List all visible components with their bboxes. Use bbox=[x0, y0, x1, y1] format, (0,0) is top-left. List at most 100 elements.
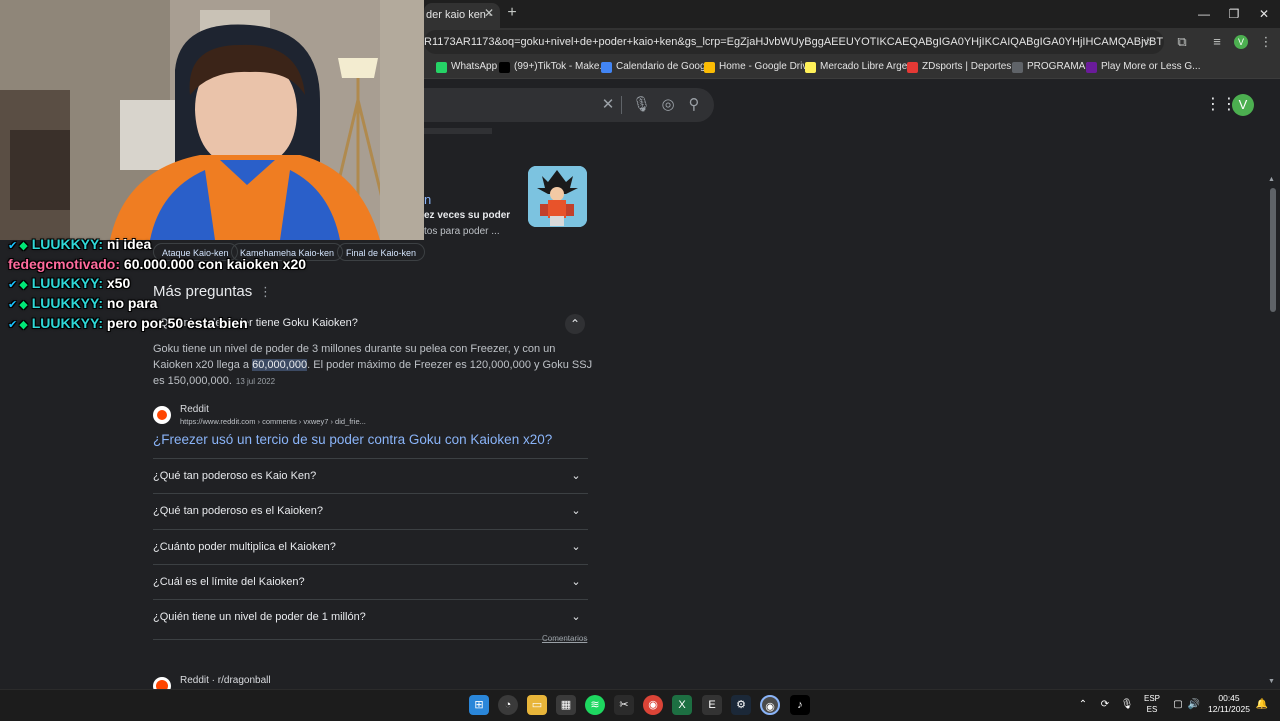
chat-separator: : bbox=[98, 275, 107, 292]
bookmark-item[interactable]: Play More or Less G... bbox=[1086, 59, 1200, 75]
chevron-down-icon[interactable]: ⌄ bbox=[567, 502, 585, 520]
snippet-text: tos para poder ... bbox=[424, 226, 500, 237]
reddit-icon bbox=[153, 406, 171, 424]
question-text: ¿Qué tan poderoso es el Kaioken? bbox=[153, 505, 324, 518]
microphone-tray-icon[interactable]: 🎙 bbox=[1120, 697, 1134, 713]
bookmark-label: WhatsApp bbox=[451, 61, 498, 72]
next-result-source[interactable]: Reddit · r/dragonball bbox=[180, 675, 271, 686]
sword-badge-icon: ✔ bbox=[8, 318, 18, 331]
window-close-icon[interactable]: ✕ bbox=[1254, 6, 1274, 22]
calendar-icon bbox=[601, 61, 612, 73]
bookmark-label: PROGRAMAS bbox=[1027, 61, 1093, 72]
tab-close-icon[interactable]: ✕ bbox=[482, 6, 496, 20]
steam-icon[interactable]: ⚙ bbox=[731, 695, 751, 715]
file-explorer-icon[interactable]: ▭ bbox=[527, 695, 547, 715]
chat-text: 60.000.000 con kaioken x20 bbox=[123, 255, 307, 272]
chat-username: LUUKKYY bbox=[31, 236, 99, 252]
url-text: R1173AR1173&oq=goku+nivel+de+poder+kaio+… bbox=[424, 36, 1164, 48]
answer-text: Goku tiene un nivel de poder de 3 millon… bbox=[153, 341, 593, 390]
sync-icon[interactable]: ⟳ bbox=[1097, 697, 1113, 713]
start-icon[interactable]: ⊞ bbox=[469, 695, 489, 715]
snippet-title[interactable]: n bbox=[424, 192, 431, 207]
lens-icon[interactable]: ◎ bbox=[659, 96, 677, 114]
microphone-icon[interactable]: 🎙 bbox=[632, 96, 651, 114]
profile-avatar[interactable]: V bbox=[1234, 35, 1248, 49]
sub-badge-icon: ◆ bbox=[19, 299, 28, 312]
google-apps-icon[interactable]: ⋮⋮⋮ bbox=[1205, 96, 1253, 114]
extensions-icon[interactable]: ⧉ bbox=[1173, 33, 1191, 51]
tiktok-icon[interactable]: ♪ bbox=[790, 695, 810, 715]
feedback-link[interactable]: Comentarios bbox=[542, 634, 587, 643]
search-icon[interactable]: ⚲ bbox=[685, 96, 703, 114]
new-tab-icon[interactable]: + bbox=[504, 5, 520, 21]
chat-message: ✔ ◆ LUUKKYY: no para bbox=[8, 295, 428, 311]
language-indicator[interactable]: ESP ES bbox=[1143, 693, 1161, 715]
goku-thumbnail[interactable] bbox=[528, 166, 587, 227]
tiktok-icon bbox=[499, 61, 510, 73]
tray-overflow-icon[interactable]: ⌃ bbox=[1076, 697, 1090, 713]
chevron-down-icon[interactable]: ⌄ bbox=[567, 608, 585, 626]
chat-text: x50 bbox=[106, 275, 131, 292]
chrome-active-icon[interactable]: ◉ bbox=[760, 695, 780, 715]
epic-games-icon[interactable]: E bbox=[702, 695, 722, 715]
clear-search-icon[interactable]: ✕ bbox=[599, 96, 617, 114]
network-icon[interactable]: ▢ bbox=[1170, 697, 1186, 713]
bookmark-label: Calendario de Goog... bbox=[616, 61, 714, 72]
spotify-icon[interactable]: ≋ bbox=[585, 695, 605, 715]
excel-icon[interactable]: X bbox=[672, 695, 692, 715]
bookmark-item[interactable]: Mercado Libre Arge... bbox=[805, 59, 916, 75]
chat-message: ✔ ◆ LUUKKYY: pero por 50 esta bien bbox=[8, 315, 428, 331]
bookmark-star-icon[interactable]: ☆ bbox=[1139, 33, 1157, 51]
widgets-icon[interactable]: ◔ bbox=[498, 695, 518, 715]
account-avatar[interactable]: V bbox=[1232, 94, 1254, 116]
question-text: ¿Cuál es el límite del Kaioken? bbox=[153, 575, 305, 588]
bookmark-item[interactable]: Home - Google Drive bbox=[704, 59, 813, 75]
chevron-down-icon[interactable]: ⌄ bbox=[567, 573, 585, 591]
chevron-down-icon[interactable]: ⌄ bbox=[567, 538, 585, 556]
bookmark-label: ZDsports | Deportes... bbox=[922, 61, 1020, 72]
chat-separator: : bbox=[98, 314, 107, 331]
bookmark-item[interactable]: Calendario de Goog... bbox=[601, 59, 714, 75]
chat-text: pero por 50 esta bien bbox=[106, 314, 248, 331]
scroll-up-icon[interactable]: ▲ bbox=[1268, 176, 1275, 183]
media-controls-icon[interactable]: ≡ bbox=[1208, 33, 1226, 51]
chat-username: LUUKKYY bbox=[31, 314, 99, 331]
bookmark-label: (99+)TikTok - Make... bbox=[514, 61, 608, 72]
source-url[interactable]: https://www.reddit.com › comments › vxwe… bbox=[180, 417, 366, 426]
clock[interactable]: 00:45 12/11/2025 bbox=[1206, 693, 1252, 715]
store-icon[interactable]: ▦ bbox=[556, 695, 576, 715]
answer-date: 13 jul 2022 bbox=[235, 377, 276, 386]
menu-kebab-icon[interactable]: ⋮ bbox=[1257, 33, 1275, 51]
capcut-icon[interactable]: ✂ bbox=[614, 695, 634, 715]
question-row[interactable]: ¿Quién tiene un nivel de poder de 1 mill… bbox=[153, 599, 588, 634]
bookmark-item[interactable]: PROGRAMAS bbox=[1012, 59, 1092, 75]
bookmark-item[interactable]: (99+)TikTok - Make... bbox=[499, 59, 608, 75]
source-title-link[interactable]: ¿Freezer usó un tercio de su poder contr… bbox=[153, 432, 552, 447]
whatsapp-icon bbox=[436, 61, 447, 73]
bookmark-item[interactable]: ZDsports | Deportes... bbox=[907, 59, 1020, 75]
chat-separator: : bbox=[98, 295, 107, 312]
notifications-icon[interactable]: 🔔 bbox=[1254, 697, 1270, 713]
bookmark-item[interactable]: WhatsApp bbox=[436, 59, 497, 75]
source-name[interactable]: Reddit bbox=[180, 404, 209, 415]
question-text: ¿Quién tiene un nivel de poder de 1 mill… bbox=[153, 611, 366, 624]
question-row[interactable]: ¿Qué tan poderoso es Kaio Ken? ⌄ bbox=[153, 458, 588, 493]
chevron-up-icon[interactable]: ⌃ bbox=[565, 314, 585, 334]
address-bar[interactable]: R1173AR1173&oq=goku+nivel+de+poder+kaio+… bbox=[424, 30, 1164, 54]
search-divider bbox=[621, 96, 622, 114]
minimize-icon[interactable]: — bbox=[1194, 6, 1214, 22]
chrome-icon[interactable]: ◉ bbox=[643, 695, 663, 715]
chevron-down-icon[interactable]: ⌄ bbox=[567, 467, 585, 485]
chat-separator: : bbox=[98, 236, 107, 252]
question-row[interactable]: ¿Cuál es el límite del Kaioken? ⌄ bbox=[153, 563, 588, 599]
game-icon bbox=[1086, 61, 1097, 73]
volume-icon[interactable]: 🔊 bbox=[1186, 697, 1202, 713]
chat-text: no para bbox=[106, 295, 158, 312]
scroll-down-icon[interactable]: ▼ bbox=[1268, 678, 1275, 685]
page-scrollbar[interactable] bbox=[1270, 188, 1276, 312]
question-row[interactable]: ¿Qué tan poderoso es el Kaioken? ⌄ bbox=[153, 493, 588, 528]
question-row[interactable]: ¿Cuánto poder multiplica el Kaioken? ⌄ bbox=[153, 528, 588, 564]
questions-bottom-divider bbox=[153, 639, 588, 640]
restore-icon[interactable]: ❐ bbox=[1224, 6, 1244, 22]
question-text: ¿Qué tan poderoso es Kaio Ken? bbox=[153, 470, 317, 482]
